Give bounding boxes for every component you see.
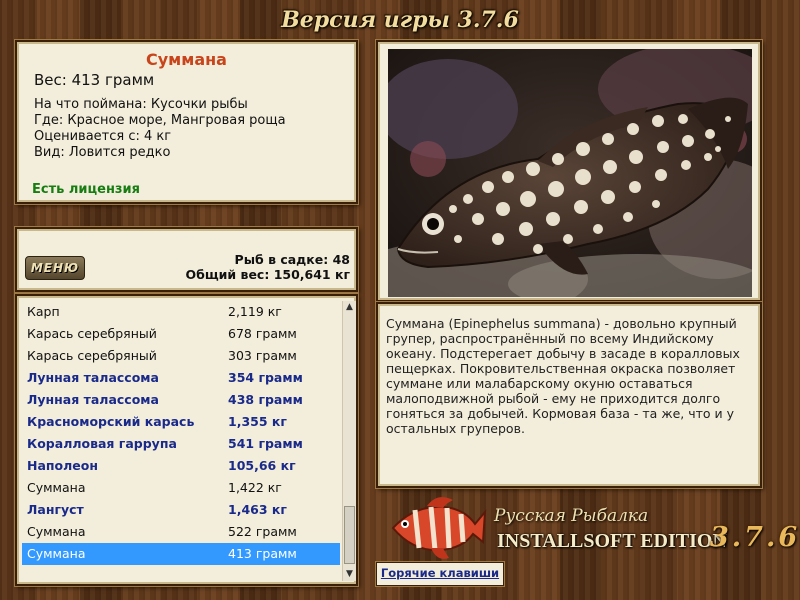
catch-item-name: Наполеон <box>27 458 98 473</box>
game-logo: Русская Рыбалка INSTALLSOFT EDITION 3.7.… <box>387 492 797 562</box>
scroll-down-arrow-icon[interactable]: ▼ <box>343 568 356 581</box>
catch-list-item[interactable]: Лунная талассома 354 грамм <box>22 367 340 389</box>
scroll-up-arrow-icon[interactable]: ▲ <box>343 301 356 314</box>
hotkeys-button[interactable]: Горячие клавиши <box>376 562 504 586</box>
fish-info-panel: Суммана Вес: 413 грамм На что поймана: К… <box>15 40 358 204</box>
catch-list: Карп 2,119 кг Карась серебряный 678 грамм Ка… <box>22 301 340 565</box>
catch-item-name: Карась серебряный <box>27 348 157 363</box>
catch-item-weight: 1,355 кг <box>228 414 287 429</box>
fish-count: Рыб в садке: 48 <box>234 252 350 267</box>
catch-item-weight: 438 грамм <box>228 392 303 407</box>
catch-item-name: Суммана <box>27 524 86 539</box>
rarity-info: Вид: Ловится редко <box>34 145 171 160</box>
cage-summary-panel: МЕНЮ Рыб в садке: 48 Общий вес: 150,641 … <box>15 227 358 292</box>
location-info: Где: Красное море, Мангровая роща <box>34 113 286 128</box>
catch-item-name: Карась серебряный <box>27 326 157 341</box>
catch-item-name: Красноморский карась <box>27 414 195 429</box>
catch-list-item[interactable]: Коралловая гаррупа 541 грамм <box>22 433 340 455</box>
catch-item-name: Коралловая гаррупа <box>27 436 177 451</box>
catch-item-weight: 541 грамм <box>228 436 303 451</box>
catch-item-weight: 678 грамм <box>228 326 297 341</box>
catch-list-item-selected[interactable]: Суммана 413 грамм <box>22 543 340 565</box>
catch-list-item[interactable]: Суммана 1,422 кг <box>22 477 340 499</box>
catch-item-name: Карп <box>27 304 60 319</box>
catch-item-weight: 1,463 кг <box>228 502 287 517</box>
catch-list-item[interactable]: Наполеон 105,66 кг <box>22 455 340 477</box>
catch-list-panel: Карп 2,119 кг Карась серебряный 678 грамм Ка… <box>15 294 358 586</box>
catch-item-name: Лунная талассома <box>27 370 159 385</box>
logo-version: 3.7.6 <box>710 522 800 553</box>
red-fish-logo-icon <box>391 497 487 559</box>
catch-list-item[interactable]: Лунная талассома 438 грамм <box>22 389 340 411</box>
fish-description: Суммана (Epinephelus summana) - довольно… <box>386 316 740 436</box>
catch-list-item[interactable]: Карась серебряный 678 грамм <box>22 323 340 345</box>
fish-photo-frame <box>376 40 762 302</box>
fish-name: Суммана <box>146 50 227 69</box>
total-weight: Общий вес: 150,641 кг <box>185 267 351 282</box>
catch-item-weight: 413 грамм <box>228 546 297 561</box>
catch-item-weight: 354 грамм <box>228 370 303 385</box>
fish-description-panel: Суммана (Epinephelus summana) - довольно… <box>376 302 762 488</box>
game-version-title: Версия игры 3.7.6 <box>281 7 519 33</box>
catch-item-weight: 1,422 кг <box>228 480 282 495</box>
license-status: Есть лицензия <box>32 182 140 197</box>
catch-item-weight: 522 грамм <box>228 524 297 539</box>
catch-list-scrollbar[interactable]: ▲ ▼ <box>342 301 356 581</box>
logo-edition: INSTALLSOFT EDITION <box>497 530 727 552</box>
catch-item-weight: 2,119 кг <box>228 304 282 319</box>
catch-list-item[interactable]: Карп 2,119 кг <box>22 301 340 323</box>
catch-list-item[interactable]: Суммана 522 грамм <box>22 521 340 543</box>
catch-list-item[interactable]: Карась серебряный 303 грамм <box>22 345 340 367</box>
catch-item-name: Лангуст <box>27 502 84 517</box>
catch-item-name: Лунная талассома <box>27 392 159 407</box>
scrollbar-thumb[interactable] <box>344 506 355 564</box>
fish-photo <box>388 49 752 297</box>
catch-list-item[interactable]: Лангуст 1,463 кг <box>22 499 340 521</box>
catch-item-name: Суммана <box>27 546 86 561</box>
catch-item-weight: 303 грамм <box>228 348 297 363</box>
menu-button[interactable]: МЕНЮ <box>25 256 85 280</box>
grouper-illustration <box>388 49 752 297</box>
catch-item-weight: 105,66 кг <box>228 458 296 473</box>
catch-item-name: Суммана <box>27 480 86 495</box>
bait-info: На что поймана: Кусочки рыбы <box>34 97 248 112</box>
logo-title: Русская Рыбалка <box>494 506 649 526</box>
valuation-info: Оценивается с: 4 кг <box>34 129 172 144</box>
fish-weight: Вес: 413 грамм <box>34 71 155 89</box>
catch-list-item[interactable]: Красноморский карась 1,355 кг <box>22 411 340 433</box>
